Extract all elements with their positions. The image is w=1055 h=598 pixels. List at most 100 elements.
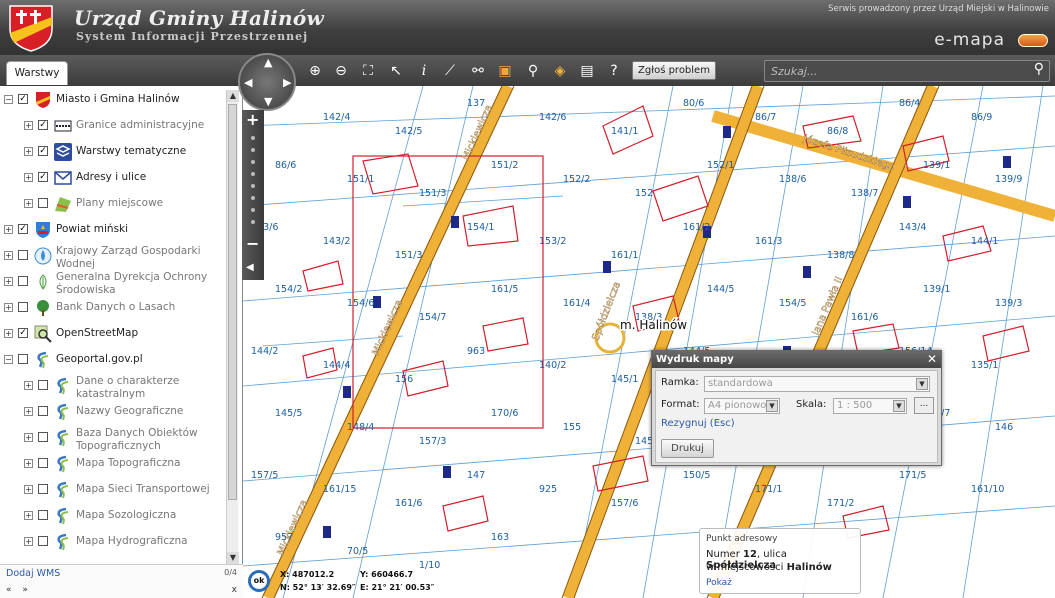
- parcel-label[interactable]: 148/4: [347, 422, 374, 433]
- parcel-label[interactable]: 135/1: [971, 360, 998, 371]
- parcel-label[interactable]: 161/3: [755, 236, 782, 247]
- popup-show-link[interactable]: Pokaż: [706, 578, 732, 588]
- parcel-label[interactable]: 139/3: [995, 298, 1022, 309]
- pan-up-icon[interactable]: ▲: [264, 56, 272, 69]
- pager-arrows[interactable]: « »: [6, 585, 32, 595]
- help-icon[interactable]: ?: [604, 61, 624, 81]
- layer-row[interactable]: + Dane o charakterze katastralnym: [0, 375, 226, 400]
- search-icon[interactable]: ⚲: [1034, 61, 1044, 77]
- parcel-label[interactable]: 151/1: [347, 174, 374, 185]
- layer-row[interactable]: + Krajowy Zarząd Gospodarki Wodnej: [0, 245, 226, 270]
- zoom-tick[interactable]: [251, 148, 255, 152]
- scroll-up-icon[interactable]: ▲: [227, 90, 239, 102]
- parcel-label[interactable]: 143/4: [899, 222, 926, 233]
- pager-close[interactable]: x: [232, 585, 237, 595]
- layer-row[interactable]: + ✓ Granice administracyjne: [0, 115, 226, 137]
- expand-icon[interactable]: +: [24, 381, 33, 390]
- scale-select[interactable]: 1 : 500 ▼: [833, 398, 907, 414]
- parcel-label[interactable]: 161/2: [683, 222, 710, 233]
- frame-select[interactable]: standardowa ▼: [704, 376, 930, 392]
- chevron-down-icon[interactable]: ▼: [916, 378, 928, 390]
- zoom-tick[interactable]: [251, 220, 255, 224]
- layer-checkbox[interactable]: [18, 250, 28, 260]
- parcel-label[interactable]: 157/6: [611, 498, 638, 509]
- parcel-label[interactable]: 151/2: [491, 160, 518, 171]
- layer-checkbox[interactable]: [38, 380, 48, 390]
- parcel-label[interactable]: 139/9: [995, 174, 1022, 185]
- parcel-label[interactable]: 150/5: [683, 470, 710, 481]
- parcel-label[interactable]: 144/2: [251, 346, 278, 357]
- parcel-label[interactable]: 151/3: [395, 250, 422, 261]
- parcel-label[interactable]: 86/6: [275, 160, 296, 171]
- layer-row[interactable]: + Mapa Sozologiczna: [0, 505, 226, 527]
- parcel-label[interactable]: 154/2: [275, 284, 302, 295]
- layer-checkbox[interactable]: [38, 536, 48, 546]
- parcel-label[interactable]: 140/2: [539, 360, 566, 371]
- cadastral-map[interactable]: MickiewiczaMickiewiczaMickiewiczaJózefa …: [243, 86, 1055, 598]
- zoom-tick[interactable]: [251, 184, 255, 188]
- parcel-label[interactable]: 86/7: [755, 112, 776, 123]
- parcel-label[interactable]: 141/1: [611, 126, 638, 137]
- layer-row[interactable]: + Plany miejscowe: [0, 193, 226, 215]
- parcel-label[interactable]: 154/6: [347, 298, 374, 309]
- layer-checkbox[interactable]: [38, 484, 48, 494]
- parcel-label[interactable]: 171/1: [755, 484, 782, 495]
- street-view-icon[interactable]: ⚲: [523, 61, 543, 81]
- layer-row[interactable]: − ✓ Miasto i Gmina Halinów: [0, 89, 226, 111]
- zoom-out-icon[interactable]: ⊖: [331, 61, 351, 81]
- parcel-label[interactable]: 161/5: [491, 284, 518, 295]
- layer-checkbox[interactable]: ✓: [18, 94, 28, 104]
- layer-row[interactable]: + ✓ Powiat miński: [0, 219, 226, 241]
- expand-icon[interactable]: +: [4, 329, 13, 338]
- expand-icon[interactable]: +: [24, 485, 33, 494]
- pointer-icon[interactable]: ↖: [386, 61, 406, 81]
- parcel-label[interactable]: 171/5: [899, 470, 926, 481]
- parcel-label[interactable]: 142/5: [395, 126, 422, 137]
- expand-icon[interactable]: +: [4, 225, 13, 234]
- layer-checkbox[interactable]: [38, 510, 48, 520]
- expand-icon[interactable]: +: [24, 147, 33, 156]
- parcel-label[interactable]: 144/5: [707, 284, 734, 295]
- parcel-label[interactable]: 70/5: [347, 546, 368, 557]
- zoom-tick[interactable]: [251, 196, 255, 200]
- parcel-label[interactable]: 138/6: [779, 174, 806, 185]
- layer-checkbox[interactable]: [38, 432, 48, 442]
- tab-layers[interactable]: Warstwy: [6, 61, 68, 85]
- parcel-label[interactable]: 145/1: [611, 374, 638, 385]
- layer-row[interactable]: + Mapa Topograficzna: [0, 453, 226, 475]
- parcel-label[interactable]: 144/4: [323, 360, 350, 371]
- parcel-label[interactable]: 154/1: [467, 222, 494, 233]
- zoom-tick[interactable]: [251, 172, 255, 176]
- expand-icon[interactable]: +: [24, 407, 33, 416]
- chevron-down-icon[interactable]: ▼: [766, 400, 778, 412]
- parcel-label[interactable]: 86/4: [899, 98, 920, 109]
- expand-icon[interactable]: +: [4, 303, 13, 312]
- parcel-label[interactable]: 151/3: [419, 188, 446, 199]
- report-problem-button[interactable]: Zgłoś problem: [632, 61, 716, 80]
- parcel-label[interactable]: 86/8: [827, 126, 848, 137]
- layer-checkbox[interactable]: ✓: [18, 224, 28, 234]
- zoom-extent-icon[interactable]: ⛶: [358, 61, 378, 81]
- layer-checkbox[interactable]: [18, 354, 28, 364]
- parcel-label[interactable]: 152/1: [707, 160, 734, 171]
- parcel-label[interactable]: 147: [467, 470, 485, 481]
- layer-row[interactable]: + ✓ Warstwy tematyczne: [0, 141, 226, 163]
- chevron-down-icon[interactable]: ▼: [893, 400, 905, 412]
- layer-row[interactable]: − Geoportal.gov.pl: [0, 349, 226, 371]
- parcel-label[interactable]: 925: [539, 484, 557, 495]
- parcel-label[interactable]: 161/10: [971, 484, 1004, 495]
- parcel-label[interactable]: 139/1: [923, 284, 950, 295]
- parcel-label[interactable]: 138/8: [827, 250, 854, 261]
- map-pan-control[interactable]: ▲ ▼ ◀ ▶: [238, 53, 296, 111]
- expand-icon[interactable]: +: [4, 277, 13, 286]
- layer-tree-scrollbar[interactable]: ▲ ▼: [226, 90, 239, 564]
- pan-left-icon[interactable]: ◀: [244, 76, 252, 89]
- collapse-icon[interactable]: −: [4, 355, 13, 364]
- format-select[interactable]: A4 pionowo ▼: [704, 398, 780, 414]
- layer-row[interactable]: + Baza Danych Obiektów Topograficznych: [0, 427, 226, 452]
- parcel-label[interactable]: 161/6: [851, 312, 878, 323]
- parcel-label[interactable]: 142/4: [323, 112, 350, 123]
- parcel-label[interactable]: 146: [995, 422, 1013, 433]
- zoom-tick[interactable]: [251, 208, 255, 212]
- cancel-link[interactable]: Rezygnuj (Esc): [661, 418, 735, 429]
